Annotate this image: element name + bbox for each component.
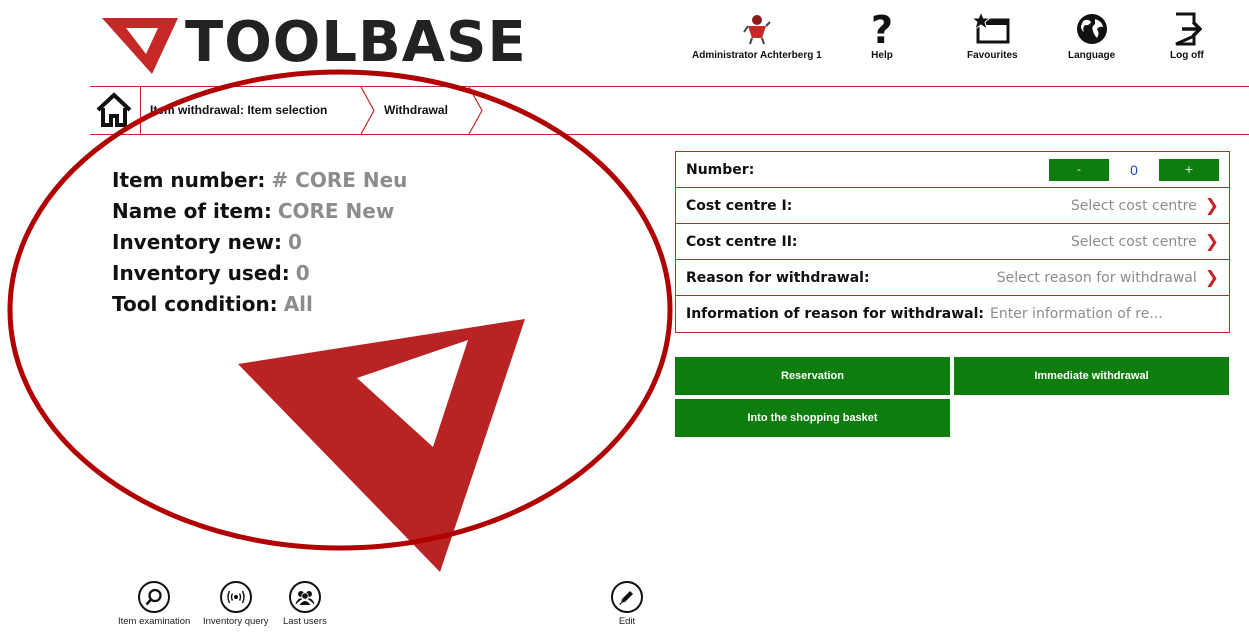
inventory-new-row: Inventory new: 0 <box>112 227 407 258</box>
item-name-label: Name of item: <box>112 199 272 223</box>
logo-triangle-icon <box>102 18 178 74</box>
cost-centre-2-label: Cost centre II: <box>686 233 798 250</box>
number-row: Number: - 0 + <box>676 152 1229 188</box>
decrement-button[interactable]: - <box>1049 158 1109 181</box>
reason-value: Select reason for withdrawal <box>996 269 1197 286</box>
help-icon: ? <box>871 12 893 46</box>
breadcrumb-divider <box>90 134 1249 135</box>
user-profile-button[interactable]: Administrator Achterberg 1 <box>692 12 822 61</box>
cost-centre-2-row[interactable]: Cost centre II: Select cost centre ❯ <box>676 224 1229 260</box>
logoff-button[interactable]: Log off <box>1170 12 1204 61</box>
language-globe-icon <box>1076 14 1107 44</box>
item-examination-button[interactable]: Item examination <box>118 581 190 627</box>
chevron-right-icon: ❯ <box>1204 231 1219 252</box>
user-avatar-icon <box>742 15 771 45</box>
breadcrumb-withdrawal[interactable]: Withdrawal <box>384 87 448 133</box>
last-users-button[interactable]: Last users <box>283 581 327 627</box>
edit-label: Edit <box>618 616 636 627</box>
favourites-label: Favourites <box>967 50 1018 61</box>
item-name-row: Name of item: CORE New <box>112 196 407 227</box>
logo-text: TOOLBASE <box>185 10 527 75</box>
inventory-used-label: Inventory used: <box>112 261 290 285</box>
tool-condition-value: All <box>283 292 313 316</box>
reason-label: Reason for withdrawal: <box>686 269 870 286</box>
tool-condition-label: Tool condition: <box>112 292 278 316</box>
chevron-right-icon: ❯ <box>1204 195 1219 216</box>
toolbase-logo: TOOLBASE <box>100 10 540 76</box>
inventory-new-label: Inventory new: <box>112 230 282 254</box>
item-number-row: Item number: # CORE Neu <box>112 165 407 196</box>
edit-button[interactable]: Edit <box>611 581 643 627</box>
inventory-query-label: Inventory query <box>203 616 269 627</box>
item-examination-label: Item examination <box>118 616 191 627</box>
item-info-panel: Item number: # CORE Neu Name of item: CORE… <box>112 165 407 320</box>
cost-centre-1-label: Cost centre I: <box>686 197 793 214</box>
number-label: Number: <box>686 161 755 178</box>
language-label: Language <box>1068 50 1116 61</box>
logoff-label: Log off <box>1170 50 1204 61</box>
tool-condition-row: Tool condition: All <box>112 289 407 320</box>
chevron-right-icon: ❯ <box>1204 267 1219 288</box>
reservation-button[interactable]: Reservation <box>675 357 950 395</box>
home-icon[interactable] <box>96 92 132 128</box>
inventory-used-value: 0 <box>295 261 310 285</box>
quantity-value[interactable]: 0 <box>1109 162 1159 178</box>
cost-centre-1-row[interactable]: Cost centre I: Select cost centre ❯ <box>676 188 1229 224</box>
triangle-inner-cutout <box>357 340 468 447</box>
immediate-withdrawal-button[interactable]: Immediate withdrawal <box>954 357 1229 395</box>
toolbase-triangle-watermark <box>238 319 525 572</box>
magnifier-icon <box>138 581 171 613</box>
help-button[interactable]: ? Help <box>870 12 894 61</box>
item-number-label: Item number: <box>112 168 266 192</box>
svg-text:?: ? <box>871 12 893 46</box>
inventory-query-button[interactable]: Inventory query <box>203 581 268 627</box>
shopping-basket-button[interactable]: Into the shopping basket <box>675 399 950 437</box>
inventory-used-row: Inventory used: 0 <box>112 258 407 289</box>
user-name: Administrator Achterberg 1 <box>692 50 822 61</box>
users-icon <box>288 581 321 613</box>
breadcrumb-separator <box>140 87 141 134</box>
favourites-icon <box>972 12 1010 44</box>
logoff-icon <box>1175 12 1202 46</box>
language-button[interactable]: Language <box>1068 12 1115 61</box>
broadcast-icon <box>219 581 252 613</box>
inventory-new-value: 0 <box>287 230 302 254</box>
item-name-value: CORE New <box>277 199 395 223</box>
favourites-button[interactable]: Favourites <box>967 12 1018 61</box>
pencil-icon <box>611 581 643 613</box>
quantity-stepper: - 0 + <box>1049 158 1219 181</box>
help-label: Help <box>871 50 893 61</box>
information-label: Information of reason for withdrawal: <box>686 306 985 322</box>
withdrawal-form: Number: - 0 + Cost centre I: Select cost… <box>675 151 1230 333</box>
cost-centre-2-value: Select cost centre <box>1070 233 1197 250</box>
information-row: Information of reason for withdrawal: <box>676 296 1229 332</box>
cost-centre-1-value: Select cost centre <box>1070 197 1197 214</box>
breadcrumb-item-selection[interactable]: Item withdrawal: Item selection <box>150 87 327 133</box>
information-input[interactable] <box>990 306 1211 322</box>
reason-row[interactable]: Reason for withdrawal: Select reason for… <box>676 260 1229 296</box>
last-users-label: Last users <box>283 616 327 627</box>
breadcrumb-chevron <box>468 87 483 134</box>
breadcrumb-chevron <box>360 87 375 134</box>
increment-button[interactable]: + <box>1159 158 1219 181</box>
item-number-value: # CORE Neu <box>271 168 408 192</box>
